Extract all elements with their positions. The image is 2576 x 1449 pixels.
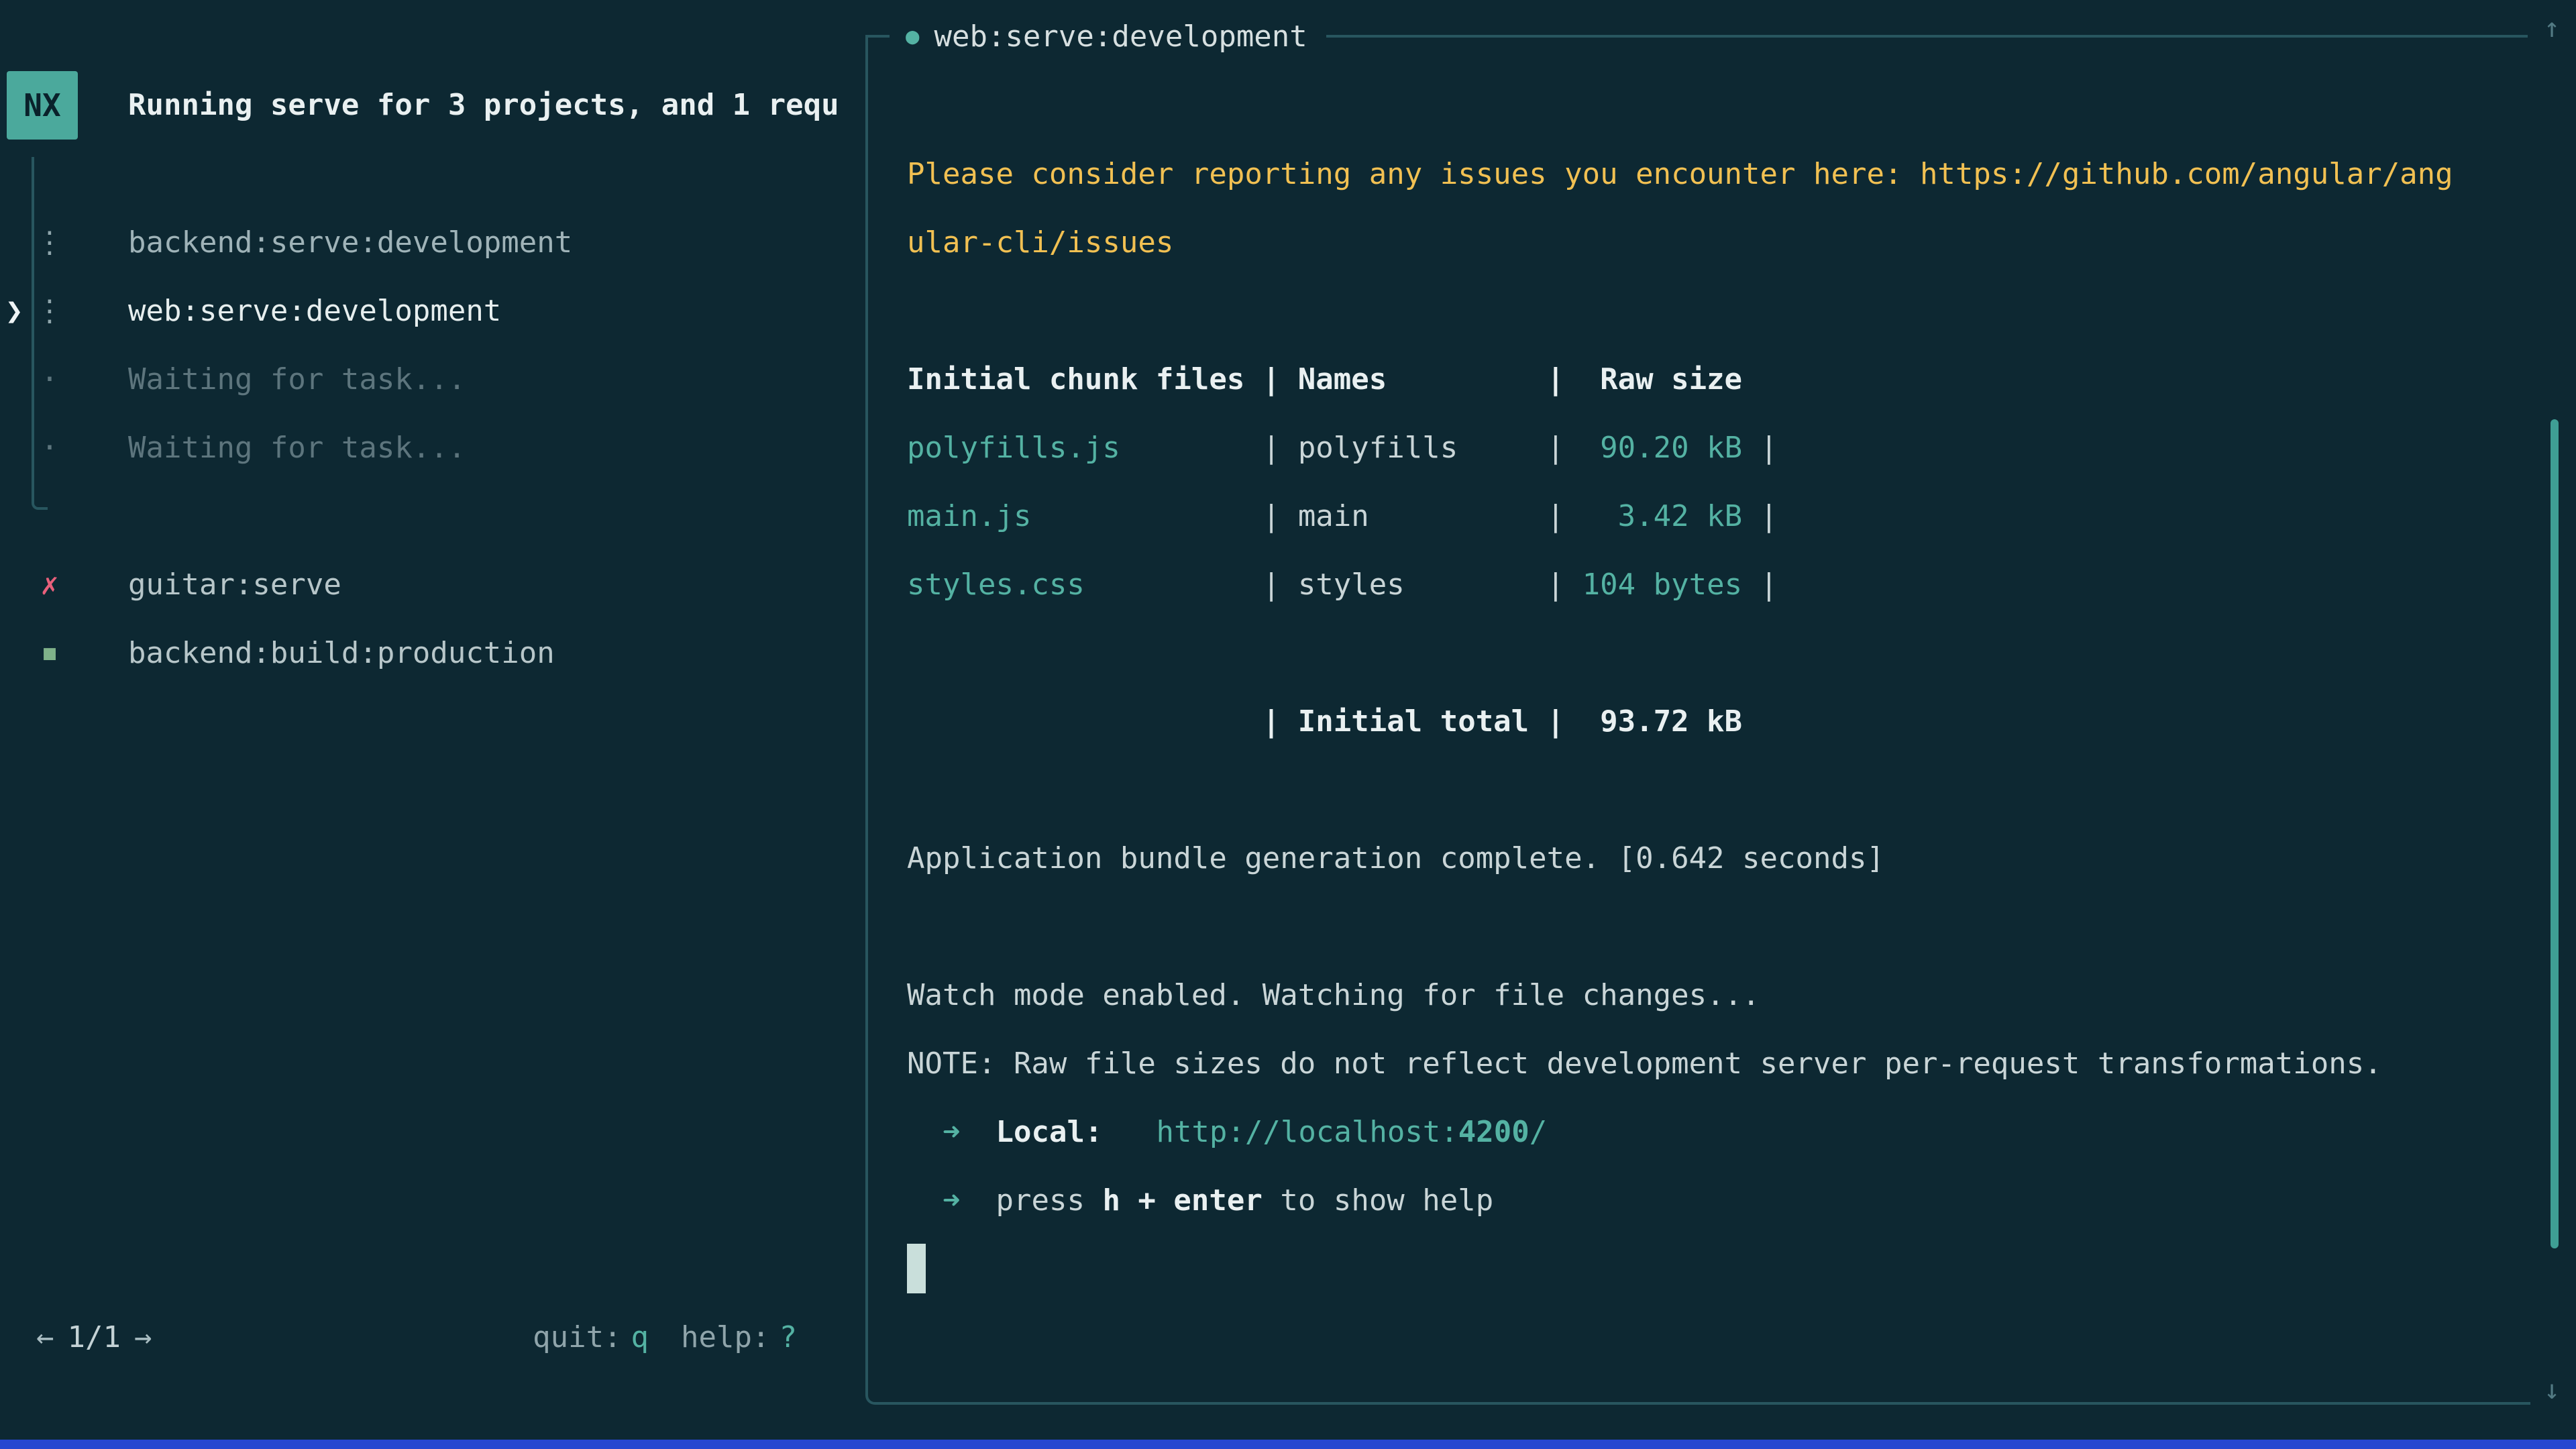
help-hint-line: ➜press h + enter to show help — [907, 1167, 2530, 1235]
border-segment — [1326, 35, 2528, 38]
chunk-name: main — [1298, 499, 1529, 533]
task-row-waiting-2[interactable]: · Waiting for task... — [0, 414, 859, 482]
watch-mode-line: Watch mode enabled. Watching for file ch… — [907, 961, 2530, 1030]
terminal-cursor — [907, 1244, 926, 1293]
initial-total-row: | Initial total | 93.72 kB — [907, 688, 2530, 756]
help-hint-label: help: — [681, 1320, 769, 1354]
column-separator: | — [1244, 431, 1297, 465]
help-keys: h + enter — [1102, 1183, 1262, 1218]
row-end-separator: | — [1742, 499, 1778, 533]
column-separator: | — [1529, 431, 1582, 465]
bottom-accent-bar — [0, 1440, 2576, 1449]
success-square-icon: ■ — [32, 619, 67, 688]
chunk-size: 3.42 kB — [1582, 499, 1742, 533]
blank-line — [907, 893, 2530, 961]
arrow-icon: ➜ — [943, 1183, 961, 1218]
selected-arrow-icon: ❯ — [5, 277, 23, 345]
chunk-file: polyfills.js — [907, 431, 1244, 465]
task-row-guitar-serve[interactable]: ✗ guitar:serve — [0, 551, 859, 619]
task-label: Waiting for task... — [128, 414, 466, 482]
chunk-file: main.js — [907, 499, 1244, 533]
spinner-icon: ⋮ — [32, 209, 67, 277]
border-segment — [865, 35, 890, 38]
column-separator: | — [1529, 499, 1582, 533]
chunk-file: styles.css — [907, 568, 1244, 602]
waiting-dot-icon: · — [32, 414, 67, 482]
keyboard-hints: quit: q help:? — [0, 1303, 797, 1372]
scroll-down-icon[interactable]: ↓ — [2537, 1370, 2567, 1410]
blank-line — [907, 277, 2530, 345]
chunk-size: 90.20 kB — [1582, 431, 1742, 465]
task-label: guitar:serve — [128, 551, 341, 619]
task-row-web-serve[interactable]: ❯⋮ web:serve:development — [0, 277, 859, 345]
task-row-waiting-1[interactable]: · Waiting for task... — [0, 345, 859, 414]
spinner-icon: ⋮ — [32, 277, 67, 345]
chunk-row-styles: styles.css | styles | 104 bytes | — [907, 551, 2530, 619]
chunk-table-header: Initial chunk files | Names | Raw size — [907, 345, 2530, 414]
warning-line-1: Please consider reporting any issues you… — [907, 140, 2530, 209]
chunk-name: styles — [1298, 568, 1529, 602]
scrollbar-thumb[interactable] — [2551, 419, 2559, 1248]
task-row-backend-serve[interactable]: ⋮ backend:serve:development — [0, 209, 859, 277]
row-end-separator: | — [1742, 568, 1778, 602]
chunk-row-main: main.js | main | 3.42 kB | — [907, 482, 2530, 551]
task-label: web:serve:development — [128, 277, 501, 345]
task-list: ⋮ backend:serve:development ❯⋮ web:serve:d… — [0, 209, 859, 688]
nx-terminal-ui: NX Running serve for 3 projects, and 1 r… — [0, 0, 2576, 1449]
blank-line — [907, 756, 2530, 824]
cursor-line — [907, 1235, 2530, 1303]
quit-key: q — [631, 1320, 649, 1354]
task-row-backend-build[interactable]: ■ backend:build:production — [0, 619, 859, 688]
scroll-up-icon[interactable]: ↑ — [2537, 8, 2567, 48]
sidebar-title: Running serve for 3 projects, and 1 requ — [128, 71, 839, 140]
local-url-line: ➜ Local: http://localhost:4200/ — [907, 1098, 2530, 1167]
task-label: Waiting for task... — [128, 345, 466, 414]
column-separator: | — [1244, 499, 1297, 533]
terminal-panel: ● web:serve:development Please consider … — [865, 36, 2530, 1405]
bundle-complete-line: Application bundle generation complete. … — [907, 824, 2530, 893]
blank-line — [907, 619, 2530, 688]
chunk-size: 104 bytes — [1582, 568, 1742, 602]
nx-logo: NX — [7, 71, 78, 140]
column-separator: | — [1529, 568, 1582, 602]
terminal-panel-header: ● web:serve:development — [865, 2, 2528, 70]
terminal-task-title: web:serve:development — [934, 19, 1307, 54]
column-separator: | — [1244, 568, 1297, 602]
help-key: ? — [780, 1320, 798, 1354]
arrow-icon: ➜ — [943, 1115, 961, 1149]
chunk-name: polyfills — [1298, 431, 1529, 465]
quit-hint-label: quit: — [533, 1320, 621, 1354]
port-number: 4200 — [1458, 1115, 1529, 1149]
task-label: backend:serve:development — [128, 209, 572, 277]
task-label: backend:build:production — [128, 619, 555, 688]
note-line: NOTE: Raw file sizes do not reflect deve… — [907, 1030, 2530, 1098]
waiting-dot-icon: · — [32, 345, 67, 414]
warning-line-2: ular-cli/issues — [907, 209, 2530, 277]
chunk-row-polyfills: polyfills.js | polyfills | 90.20 kB | — [907, 414, 2530, 482]
failed-x-icon: ✗ — [32, 551, 67, 619]
local-url[interactable]: http://localhost:4200/ — [1156, 1115, 1547, 1149]
local-label: Local: — [996, 1115, 1103, 1149]
terminal-output: Please consider reporting any issues you… — [868, 36, 2530, 1303]
row-end-separator: | — [1742, 431, 1778, 465]
running-status-icon: ● — [906, 23, 919, 50]
